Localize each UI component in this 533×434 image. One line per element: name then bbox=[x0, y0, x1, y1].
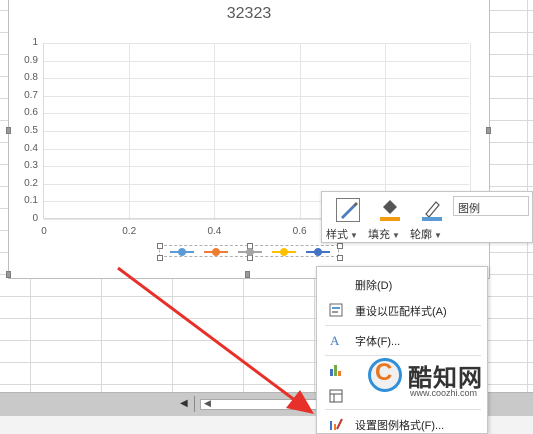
legend-handle[interactable] bbox=[157, 255, 163, 261]
watermark: C 酷知网 www.coozhi.com bbox=[368, 356, 518, 402]
resize-handle-bottom[interactable] bbox=[245, 271, 250, 278]
scroll-left-icon[interactable]: ◀ bbox=[180, 398, 188, 409]
gridline-horizontal bbox=[44, 183, 469, 185]
pen-icon bbox=[420, 198, 444, 222]
legend-handle[interactable] bbox=[337, 243, 343, 249]
y-tick-label: 0.7 bbox=[24, 89, 38, 101]
menu-item-delete[interactable]: 删除(D) bbox=[317, 271, 487, 297]
x-tick-label: 0 bbox=[41, 226, 47, 237]
font-icon: A bbox=[329, 333, 343, 348]
gridline-horizontal bbox=[44, 148, 469, 150]
gridline-horizontal bbox=[44, 113, 469, 115]
reset-style-icon bbox=[329, 303, 343, 317]
y-tick-label: 0.6 bbox=[24, 107, 38, 119]
gridline-horizontal bbox=[44, 43, 469, 44]
menu-divider bbox=[325, 409, 481, 410]
context-menu: 删除(D) 重设以匹配样式(A) A 字体(F)... 设置图例格式(F)... bbox=[316, 266, 488, 434]
gridline-horizontal bbox=[44, 166, 469, 168]
legend-marker bbox=[314, 248, 322, 256]
chevron-down-icon: ▼ bbox=[434, 231, 442, 240]
gridline-vertical bbox=[129, 43, 131, 218]
menu-item-format-legend[interactable]: 设置图例格式(F)... bbox=[317, 411, 487, 434]
format-legend-icon bbox=[329, 417, 343, 431]
gridline-horizontal bbox=[44, 60, 469, 62]
gridline-horizontal bbox=[44, 131, 469, 132]
legend-entry[interactable] bbox=[202, 246, 230, 258]
y-tick-label: 0.1 bbox=[24, 195, 38, 207]
gridline-vertical bbox=[299, 43, 301, 218]
scroll-left-arrow-icon[interactable]: ◀ bbox=[204, 398, 211, 409]
legend-entry[interactable] bbox=[304, 246, 332, 258]
y-tick-label: 1 bbox=[32, 37, 38, 48]
divider bbox=[194, 396, 195, 412]
resize-handle-bottom-left[interactable] bbox=[6, 271, 11, 278]
chart-element-selector[interactable]: 图例 bbox=[453, 196, 529, 216]
x-tick-label: 0.2 bbox=[122, 226, 137, 237]
y-tick-label: 0.3 bbox=[24, 160, 38, 172]
outline-button[interactable]: 轮廓 ▼ bbox=[410, 196, 452, 241]
legend-entry[interactable] bbox=[236, 246, 264, 258]
menu-divider bbox=[325, 325, 481, 326]
menu-item-reset-style[interactable]: 重设以匹配样式(A) bbox=[317, 297, 487, 323]
legend-entry[interactable] bbox=[270, 246, 298, 258]
resize-handle-left[interactable] bbox=[6, 127, 11, 134]
watermark-logo-icon: C bbox=[368, 358, 402, 392]
fill-button[interactable]: 填充 ▼ bbox=[368, 196, 410, 241]
paint-bucket-icon bbox=[378, 198, 402, 222]
style-button[interactable]: 样式 ▼ bbox=[326, 196, 368, 241]
chevron-down-icon: ▼ bbox=[350, 231, 358, 240]
x-tick-label: 0.4 bbox=[207, 226, 222, 237]
legend-marker bbox=[246, 248, 254, 256]
legend-marker bbox=[212, 248, 220, 256]
chart-type-icon bbox=[329, 363, 343, 377]
legend-entry[interactable] bbox=[168, 246, 196, 258]
y-tick-label: 0.4 bbox=[24, 142, 38, 154]
y-tick-label: 0.9 bbox=[24, 54, 38, 66]
y-tick-label: 0.2 bbox=[24, 177, 38, 189]
gridline-horizontal bbox=[44, 78, 469, 80]
watermark-url: www.coozhi.com bbox=[410, 388, 478, 398]
resize-handle-right[interactable] bbox=[486, 127, 491, 134]
select-data-icon bbox=[329, 389, 343, 403]
y-tick-label: 0 bbox=[32, 213, 38, 224]
legend-handle[interactable] bbox=[157, 243, 163, 249]
y-tick-label: 0.8 bbox=[24, 72, 38, 84]
chevron-down-icon: ▼ bbox=[392, 231, 400, 240]
x-tick-label: 0.6 bbox=[292, 226, 307, 237]
legend-handle[interactable] bbox=[337, 255, 343, 261]
menu-item-font[interactable]: A 字体(F)... bbox=[317, 327, 487, 353]
gridline-horizontal bbox=[44, 95, 469, 97]
chart-legend[interactable] bbox=[157, 243, 343, 261]
y-tick-label: 0.5 bbox=[24, 125, 38, 136]
brush-icon bbox=[336, 198, 360, 222]
chart-format-toolbar: 样式 ▼ 填充 ▼ 轮廓 ▼ 图例 bbox=[321, 191, 533, 243]
legend-marker bbox=[280, 248, 288, 256]
gridline-vertical bbox=[214, 43, 216, 218]
svg-text:A: A bbox=[330, 333, 340, 347]
chart-title[interactable]: 32323 bbox=[9, 5, 489, 23]
legend-marker bbox=[178, 248, 186, 256]
